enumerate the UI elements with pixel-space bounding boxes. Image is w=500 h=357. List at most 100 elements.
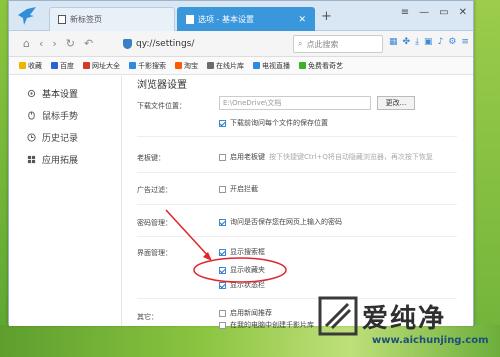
forward-icon[interactable]: ›	[52, 37, 56, 50]
search-input[interactable]: ⌕ 点此搜索	[293, 35, 383, 53]
checkbox-checked[interactable]	[219, 248, 226, 256]
clock-icon	[27, 132, 36, 142]
settings-icon[interactable]: ⚙	[448, 37, 456, 47]
tab-bar: 新标签页 选项 - 基本设置 ✕ + ≡ — ▭ ✕	[9, 1, 473, 31]
checkbox-checked[interactable]	[219, 281, 226, 289]
bookmarks-bar: 收藏 百度 网址大全 千影搜索 淘宝 在线片库 电视直播 免费看奇艺	[9, 57, 473, 75]
checkbox-unchecked[interactable]	[219, 309, 226, 317]
boss-key-label: 老板键：	[137, 154, 165, 162]
bookmark-label: 百度	[60, 61, 74, 70]
apps-icon[interactable]: ✤	[403, 37, 411, 47]
bookmark-item[interactable]: 免费看奇艺	[299, 61, 343, 71]
ad-filter-option[interactable]: 开启拦截	[219, 184, 258, 194]
checkbox-unchecked[interactable]	[219, 153, 226, 161]
show-search-box-option[interactable]: 显示搜索框	[219, 247, 265, 257]
section-divider	[137, 172, 457, 173]
password-option[interactable]: 询问是否保存您在网页上输入的密码	[219, 217, 342, 227]
mouse-icon	[28, 110, 35, 120]
sidebar-item-history[interactable]: 历史记录	[27, 126, 117, 148]
watermark-url: www.aichunjing.com	[372, 335, 489, 346]
tab-settings[interactable]: 选项 - 基本设置 ✕	[177, 7, 315, 31]
grid-icon[interactable]: ▦	[389, 37, 398, 47]
page-icon	[58, 15, 66, 24]
bookmark-item[interactable]: 千影搜索	[129, 61, 166, 71]
ad-filter-label: 广告过滤：	[137, 186, 172, 194]
video-icon	[299, 62, 306, 69]
settings-main: 浏览器设置 下载文件位置： E:\OneDrive\文档 更改... 下载前询问…	[131, 76, 461, 329]
option-label: 启用新闻推荐	[230, 309, 272, 317]
watermark-logo-icon	[318, 296, 358, 336]
ask-save-location-option[interactable]: 下载前询问每个文件的保存位置	[219, 118, 328, 128]
film-icon	[207, 62, 214, 69]
window-controls: ≡ — ▭ ✕	[401, 7, 467, 18]
news-recommend-option[interactable]: 启用新闻推荐	[219, 308, 272, 318]
watermark-brand: 爱纯净	[362, 304, 447, 334]
maximize-icon[interactable]: ▭	[439, 7, 448, 18]
create-library-option[interactable]: 在我的电脑中创建千影片库	[219, 320, 314, 330]
search-icon: ⌕	[298, 39, 303, 48]
tab-label: 选项 - 基本设置	[198, 15, 254, 24]
music-icon[interactable]: ♪	[438, 37, 444, 47]
page-title: 浏览器设置	[137, 80, 187, 91]
checkbox-checked[interactable]	[219, 218, 226, 226]
search-icon	[129, 62, 136, 69]
bookmark-label: 网址大全	[92, 61, 120, 70]
bookmark-item[interactable]: 淘宝	[175, 61, 198, 71]
browser-window: 新标签页 选项 - 基本设置 ✕ + ≡ — ▭ ✕ ⌂ ‹ › ↻ ↶ qy:…	[8, 0, 474, 329]
star-icon	[19, 62, 26, 69]
back-icon[interactable]: ‹	[39, 37, 43, 50]
bookmark-item[interactable]: 在线片库	[207, 61, 244, 71]
refresh-icon[interactable]: ↻	[66, 37, 75, 50]
bookmark-item[interactable]: 网址大全	[83, 61, 120, 71]
sidebar-divider	[121, 76, 122, 326]
boss-key-option[interactable]: 启用老板键 按下快捷键Ctrl+Q将自动隐藏浏览器，再次按下恢复	[219, 152, 433, 162]
checkbox-unchecked[interactable]	[219, 185, 226, 193]
section-divider	[137, 136, 457, 137]
sidebar-item-extensions[interactable]: 应用拓展	[27, 148, 117, 170]
address-url: qy://settings/	[136, 39, 195, 49]
tab-new[interactable]: 新标签页	[49, 7, 175, 31]
taobao-icon	[175, 62, 182, 69]
settings-sidebar: 基本设置 鼠标手势 历史记录 应用拓展	[27, 82, 117, 170]
sidebar-item-basic[interactable]: 基本设置	[27, 82, 117, 104]
checkbox-checked[interactable]	[219, 266, 226, 274]
checkbox-unchecked[interactable]	[219, 321, 226, 329]
address-bar[interactable]: qy://settings/	[123, 34, 283, 54]
desktop-background-right	[474, 0, 500, 357]
screen-icon[interactable]: ▣	[424, 37, 433, 47]
bookmark-label: 淘宝	[184, 61, 198, 70]
bookmark-item[interactable]: 电视直播	[253, 61, 290, 71]
show-status-bar-option[interactable]: 显示状态栏	[219, 280, 265, 290]
show-favorites-option[interactable]: 显示收藏夹	[219, 265, 265, 275]
browser-logo-icon[interactable]	[15, 5, 39, 27]
close-window-icon[interactable]: ✕	[459, 7, 467, 18]
bookmark-item[interactable]: 收藏	[19, 61, 42, 71]
home-icon[interactable]: ⌂	[23, 37, 30, 50]
download-path-field[interactable]: E:\OneDrive\文档	[219, 96, 371, 110]
checkbox-checked[interactable]	[219, 119, 226, 127]
restore-icon[interactable]: ↶	[84, 37, 93, 50]
option-label: 开启拦截	[230, 185, 258, 193]
option-label: 询问是否保存您在网页上输入的密码	[230, 218, 342, 226]
option-label: 显示搜索框	[230, 248, 265, 256]
bookmark-item[interactable]: 百度	[51, 61, 74, 71]
sidebar-item-gesture[interactable]: 鼠标手势	[27, 104, 117, 126]
page-icon	[186, 15, 194, 24]
shield-icon	[123, 39, 132, 49]
minimize-icon[interactable]: —	[419, 7, 429, 18]
site-icon	[83, 62, 90, 69]
more-icon[interactable]: ≡	[461, 37, 469, 47]
ui-manage-label: 界面管理：	[137, 249, 172, 257]
download-location-label: 下载文件位置：	[137, 102, 186, 110]
tv-icon	[253, 62, 260, 69]
download-icon[interactable]: ⤓	[415, 37, 419, 47]
change-path-button[interactable]: 更改...	[377, 96, 415, 110]
other-label: 其它：	[137, 313, 158, 321]
menu-icon[interactable]: ≡	[401, 7, 409, 18]
bookmark-label: 电视直播	[262, 61, 290, 70]
close-icon[interactable]: ✕	[298, 15, 306, 25]
new-tab-icon[interactable]: +	[321, 9, 332, 24]
boss-key-hint: 按下快捷键Ctrl+Q将自动隐藏浏览器，再次按下恢复	[269, 153, 433, 161]
option-label: 显示状态栏	[230, 281, 265, 289]
bookmark-label: 收藏	[28, 61, 42, 70]
